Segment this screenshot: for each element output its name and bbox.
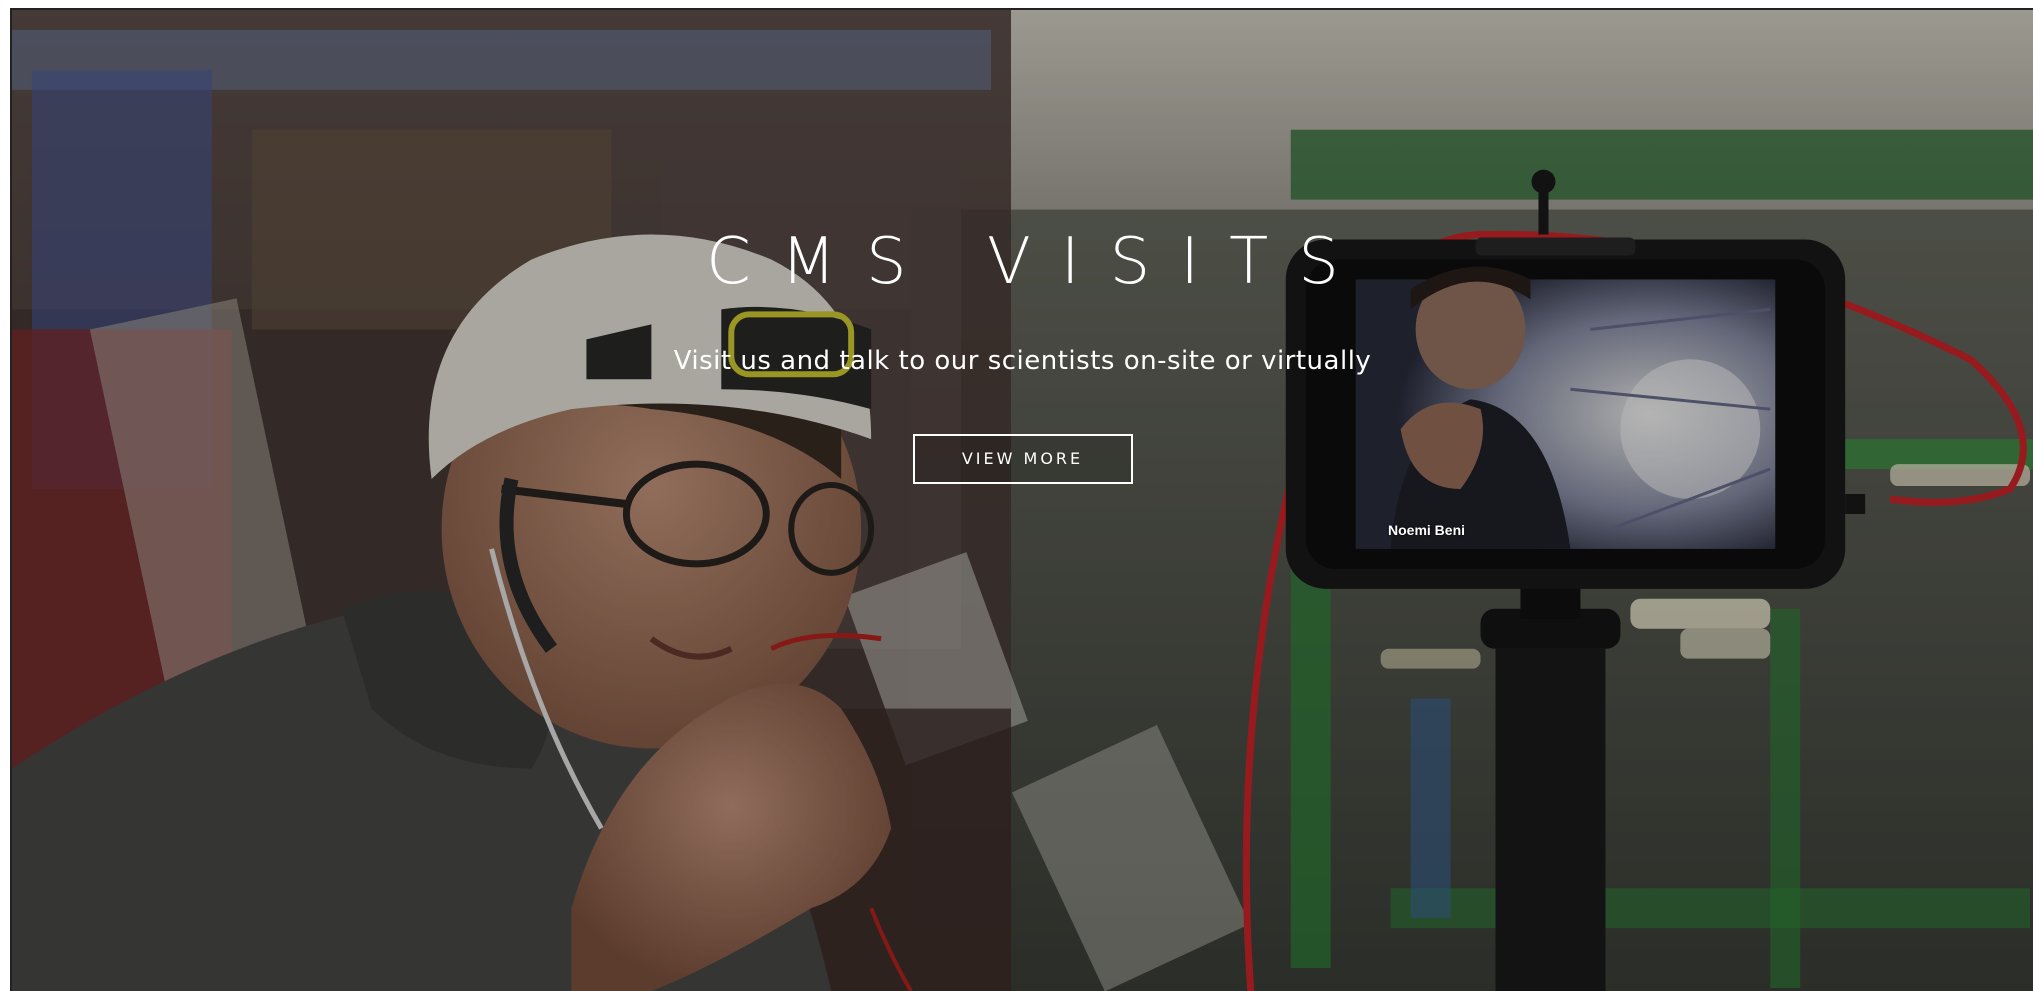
hero-section: Noemi Beni CMS VISITS Visit us and talk … (10, 8, 2033, 991)
view-more-button[interactable]: VIEW MORE (912, 434, 1133, 484)
photo-caption: Noemi Beni (1388, 522, 1466, 538)
page-title: CMS VISITS (706, 225, 1369, 299)
hero-overlay (12, 10, 2033, 991)
hero-subtitle: Visit us and talk to our scientists on-s… (673, 346, 1372, 376)
hero-content: CMS VISITS Visit us and talk to our scie… (12, 230, 2033, 484)
